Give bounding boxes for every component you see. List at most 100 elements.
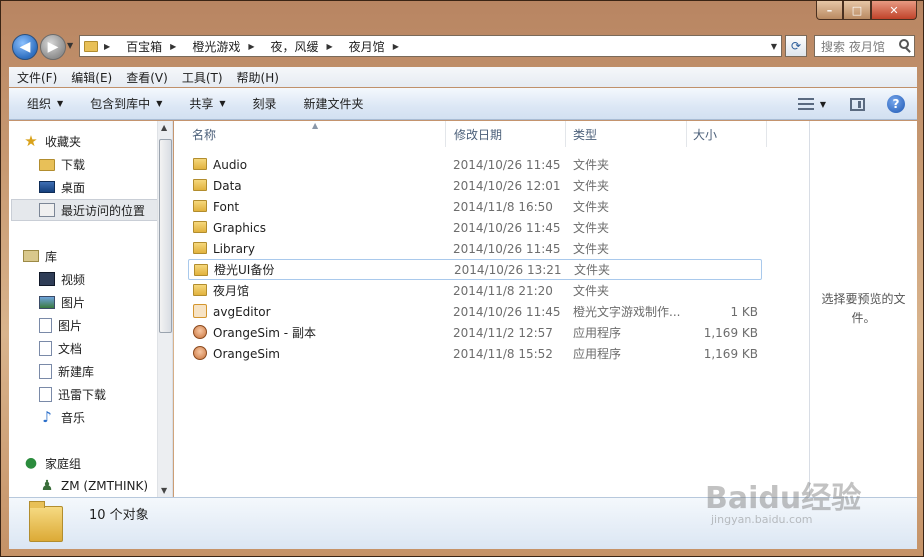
chevron-down-icon: ▼ <box>219 99 226 108</box>
user-icon: ♟ <box>40 478 54 494</box>
star-icon: ★ <box>24 132 38 150</box>
app-icon <box>193 346 207 360</box>
column-size[interactable]: 大小 <box>687 121 767 147</box>
address-bar[interactable]: ▶ 百宝箱 ▶ 橙光游戏 ▶ 夜，风缓 ▶ 夜月馆 ▶ ▼ <box>79 35 782 57</box>
avg-file-icon <box>193 304 207 318</box>
menu-tools[interactable]: 工具(T) <box>182 69 223 86</box>
file-row[interactable]: Data 2014/10/26 12:01 文件夹 <box>188 175 762 196</box>
sidebar-item-user[interactable]: ♟ ZM (ZMTHINK) <box>39 475 157 497</box>
breadcrumb-separator[interactable]: ▶ <box>393 42 407 51</box>
file-row[interactable]: OrangeSim - 副本 2014/11/2 12:57 应用程序 1,16… <box>188 322 762 343</box>
folder-icon <box>193 221 207 233</box>
folder-icon <box>194 264 208 276</box>
navigation-pane: ★ 收藏夹 下载 桌面 最近访问的位置 库 视频 图片 图片 文档 新建库 迅雷… <box>9 121 173 497</box>
file-row[interactable]: Audio 2014/10/26 11:45 文件夹 <box>188 154 762 175</box>
breadcrumb-item[interactable]: 百宝箱 <box>126 38 162 55</box>
explorer-window: – □ ✕ ◀ ▶ ▼ ▶ 百宝箱 ▶ 橙光游戏 ▶ 夜，风缓 ▶ 夜月馆 ▶ … <box>0 0 924 557</box>
folder-icon <box>193 179 207 191</box>
column-type[interactable]: 类型 <box>566 121 687 147</box>
file-row[interactable]: Library 2014/10/26 11:45 文件夹 <box>188 238 762 259</box>
search-placeholder: 搜索 夜月馆 <box>821 39 885 54</box>
include-in-library-button[interactable]: 包含到库中 ▼ <box>90 95 162 112</box>
file-row[interactable]: Font 2014/11/8 16:50 文件夹 <box>188 196 762 217</box>
folder-icon <box>84 40 98 52</box>
menu-bar: 文件(F) 编辑(E) 查看(V) 工具(T) 帮助(H) <box>9 67 917 87</box>
forward-arrow-icon[interactable]: ▶ <box>40 34 66 60</box>
address-dropdown-icon[interactable]: ▼ <box>771 42 777 51</box>
folder-icon <box>29 501 63 542</box>
breadcrumb-separator[interactable]: ▶ <box>327 42 341 51</box>
preview-pane-icon[interactable] <box>850 97 865 111</box>
scroll-up-icon[interactable]: ▲ <box>161 123 167 132</box>
sidebar-item-music[interactable]: ♪ 音乐 <box>39 406 172 428</box>
menu-help[interactable]: 帮助(H) <box>237 69 279 86</box>
minimize-button[interactable]: – <box>816 1 843 20</box>
sidebar-item-new-library[interactable]: 新建库 <box>39 360 172 382</box>
search-input[interactable]: 搜索 夜月馆 <box>814 35 915 57</box>
close-button[interactable]: ✕ <box>871 1 917 20</box>
folder-icon <box>193 242 207 254</box>
app-icon <box>193 325 207 339</box>
chevron-down-icon: ▼ <box>57 99 64 108</box>
sidebar-item-recent-places[interactable]: 最近访问的位置 <box>11 199 159 221</box>
sidebar-item-desktop[interactable]: 桌面 <box>39 176 172 198</box>
watermark-logo: Baidu经验 <box>705 481 862 516</box>
new-folder-button[interactable]: 新建文件夹 <box>304 95 364 112</box>
sidebar-item-videos[interactable]: 视频 <box>39 268 172 290</box>
homegroup-icon: ● <box>24 455 38 471</box>
share-button[interactable]: 共享 ▼ <box>189 95 225 112</box>
file-row-selected[interactable]: 橙光UI备份 2014/10/26 13:21 文件夹 <box>188 259 762 280</box>
sidebar-homegroup[interactable]: ● 家庭组 <box>23 452 171 474</box>
organize-button[interactable]: 组织 ▼ <box>27 95 63 112</box>
sidebar-item-downloads[interactable]: 下载 <box>39 153 172 175</box>
refresh-button[interactable]: ⟳ <box>785 35 807 57</box>
column-date[interactable]: 修改日期 <box>446 121 566 147</box>
recent-pages-dropdown[interactable]: ▼ <box>67 41 73 50</box>
view-options-icon[interactable] <box>797 98 814 110</box>
library-icon <box>23 250 39 262</box>
command-bar: 组织 ▼ 包含到库中 ▼ 共享 ▼ 刻录 新建文件夹 ▼ ? <box>9 88 917 120</box>
file-row[interactable]: OrangeSim 2014/11/8 15:52 应用程序 1,169 KB <box>188 343 762 364</box>
baidu-watermark: Baidu经验 jingyan.baidu.com <box>701 461 901 541</box>
breadcrumb-root[interactable]: ▶ <box>104 42 118 51</box>
breadcrumb-item[interactable]: 夜月馆 <box>349 38 385 55</box>
column-name[interactable]: 名称 <box>174 121 446 147</box>
sort-ascending-icon: ▲ <box>312 121 319 130</box>
file-list: 名称 ▲ 修改日期 类型 大小 Audio 2014/10/26 11:45 文… <box>174 121 809 497</box>
sidebar-item-pictures[interactable]: 图片 <box>39 291 172 313</box>
folder-icon <box>193 200 207 212</box>
file-row[interactable]: Graphics 2014/10/26 11:45 文件夹 <box>188 217 762 238</box>
sidebar-item-documents[interactable]: 文档 <box>39 337 172 359</box>
library-document-icon <box>39 317 52 333</box>
folder-icon <box>193 158 207 170</box>
breadcrumb-separator[interactable]: ▶ <box>248 42 262 51</box>
breadcrumb-separator[interactable]: ▶ <box>170 42 184 51</box>
menu-view[interactable]: 查看(V) <box>126 69 168 86</box>
document-icon <box>39 340 52 356</box>
file-row[interactable]: 夜月馆 2014/11/8 21:20 文件夹 <box>188 280 762 301</box>
preview-pane: 选择要预览的文件。 <box>809 121 917 497</box>
caption-buttons: – □ ✕ <box>816 1 917 21</box>
scroll-down-icon[interactable]: ▼ <box>161 486 167 495</box>
sidebar-favorites[interactable]: ★ 收藏夹 <box>23 130 171 152</box>
menu-edit[interactable]: 编辑(E) <box>71 69 112 86</box>
breadcrumb-item[interactable]: 夜，风缓 <box>271 38 319 55</box>
watermark-url: jingyan.baidu.com <box>711 513 813 526</box>
nav-scrollbar[interactable]: ▲ ▼ <box>157 121 172 497</box>
item-count: 10 个对象 <box>89 508 149 523</box>
menu-file[interactable]: 文件(F) <box>17 69 57 86</box>
music-note-icon: ♪ <box>42 408 52 426</box>
folder-icon <box>193 284 207 296</box>
sidebar-item-pictures-2[interactable]: 图片 <box>39 314 172 336</box>
maximize-button[interactable]: □ <box>843 1 871 20</box>
help-icon[interactable]: ? <box>887 95 905 113</box>
sidebar-item-xunlei-downloads[interactable]: 迅雷下载 <box>39 383 172 405</box>
back-arrow-icon[interactable]: ◀ <box>12 34 38 60</box>
breadcrumb-item[interactable]: 橙光游戏 <box>192 38 240 55</box>
preview-message: 选择要预览的文件。 <box>821 292 906 325</box>
burn-button[interactable]: 刻录 <box>253 95 277 112</box>
sidebar-libraries[interactable]: 库 <box>23 245 171 267</box>
scrollbar-thumb[interactable] <box>159 139 172 333</box>
file-row[interactable]: avgEditor 2014/10/26 11:45 橙光文字游戏制作... 1… <box>188 301 762 322</box>
chevron-down-icon[interactable]: ▼ <box>820 100 826 109</box>
